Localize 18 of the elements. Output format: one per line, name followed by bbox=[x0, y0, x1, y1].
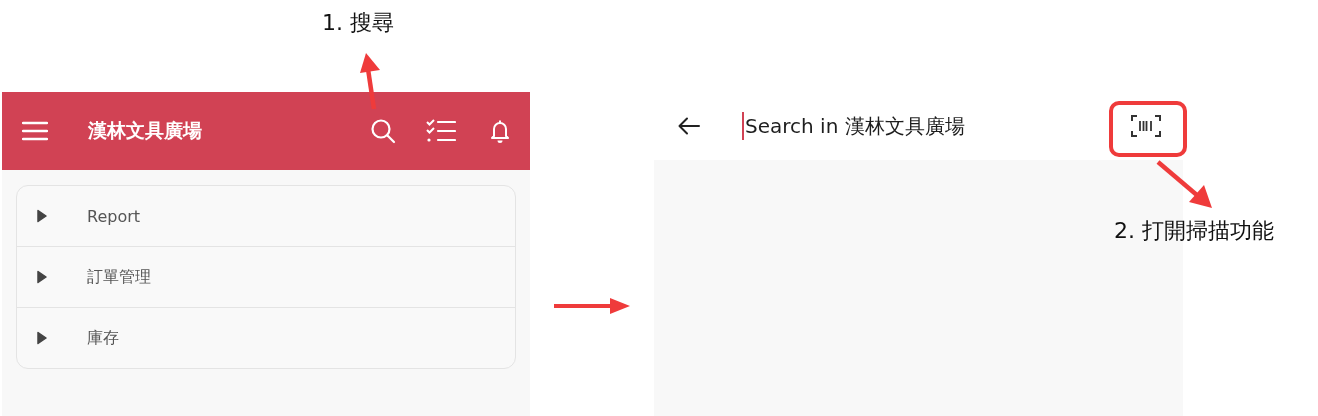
search-field[interactable]: Search in 漢林文具廣場 bbox=[742, 112, 1111, 140]
menu-item[interactable]: Report bbox=[17, 186, 515, 246]
arrow bbox=[1156, 160, 1212, 208]
arrow bbox=[359, 53, 381, 109]
expand-icon[interactable] bbox=[37, 270, 47, 284]
menu-item[interactable]: 訂單管理 bbox=[17, 246, 515, 307]
checklist-icon[interactable] bbox=[426, 119, 456, 143]
search-icon[interactable] bbox=[370, 118, 396, 144]
menu-item[interactable]: 庫存 bbox=[17, 307, 515, 368]
back-icon[interactable] bbox=[678, 117, 700, 135]
menu-icon[interactable] bbox=[22, 121, 48, 141]
app-title: 漢林文具廣場 bbox=[88, 118, 203, 143]
annotation-label: 1. 搜尋 bbox=[322, 9, 394, 37]
barcode-scan-icon[interactable] bbox=[1131, 114, 1161, 138]
annotation-label: 2. 打開掃描功能 bbox=[1114, 217, 1274, 245]
expand-icon[interactable] bbox=[37, 331, 47, 345]
bell-icon[interactable] bbox=[490, 119, 510, 143]
expand-icon[interactable] bbox=[37, 209, 47, 223]
